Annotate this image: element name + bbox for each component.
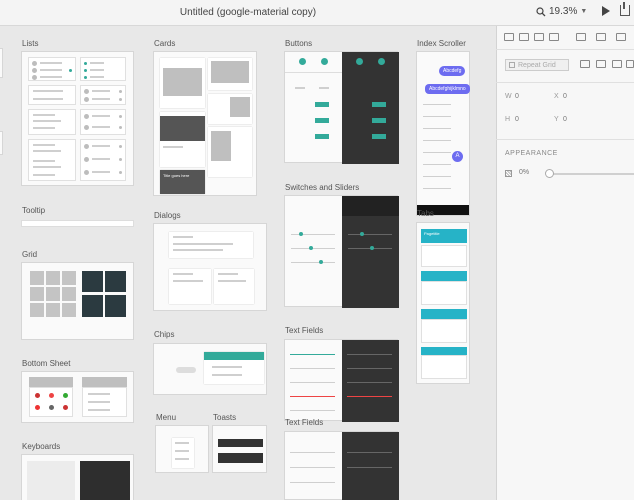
w-label: W — [505, 93, 512, 100]
artboard-tabs[interactable]: Pagetitle — [416, 222, 470, 384]
tabs-title: Pagetitle — [424, 231, 440, 236]
artboard-text-fields-1[interactable] — [284, 339, 399, 422]
list-item — [80, 109, 126, 135]
appearance-heading: APPEARANCE — [505, 150, 558, 157]
design-canvas[interactable]: Lists Tooltip Grid Bottom Sheet Keyboard… — [0, 26, 496, 500]
boolean-intersect-icon[interactable] — [612, 60, 622, 68]
list-item — [80, 139, 126, 181]
artboard-toasts[interactable] — [212, 425, 267, 473]
list-item — [28, 57, 76, 81]
align-top-icon[interactable] — [616, 33, 626, 41]
align-bottom-icon[interactable] — [549, 33, 559, 41]
opacity-value[interactable]: 0% — [519, 169, 529, 176]
divider — [496, 82, 634, 83]
title-bar: Untitled (google-material copy) 19.3% ▼ — [0, 0, 634, 26]
boolean-exclude-icon[interactable] — [626, 60, 634, 68]
boolean-subtract-icon[interactable] — [596, 60, 606, 68]
grid-icon — [509, 62, 515, 68]
y-label: Y — [554, 116, 559, 123]
artboard-dialogs[interactable] — [153, 223, 267, 311]
artboard-label-dialogs[interactable]: Dialogs — [154, 211, 181, 220]
card-caption: Title goes here — [163, 173, 190, 178]
artboard-cards[interactable]: Title goes here — [153, 51, 257, 196]
opacity-slider-track[interactable] — [548, 173, 634, 175]
chat-bubble: Abcdefg — [439, 66, 466, 76]
list-item — [28, 139, 76, 181]
artboard-label-tabs[interactable]: Tabs — [417, 209, 434, 218]
list-item — [80, 85, 126, 105]
artboard-label-tooltip[interactable]: Tooltip — [22, 206, 45, 215]
avatar: A — [452, 151, 463, 162]
width-field[interactable]: 0 — [515, 93, 519, 100]
artboard-keyboards[interactable] — [21, 454, 134, 500]
artboard-label-lists[interactable]: Lists — [22, 39, 38, 48]
artboard-label-toasts[interactable]: Toasts — [213, 413, 236, 422]
artboard-label-index-scroller[interactable]: Index Scroller — [417, 39, 466, 48]
align-left-icon[interactable] — [504, 33, 514, 41]
artboard-partial[interactable] — [0, 48, 3, 78]
document-title[interactable]: Untitled (google-material copy) — [0, 7, 496, 18]
artboard-grid[interactable] — [21, 262, 134, 340]
distribute-h-icon[interactable] — [576, 33, 586, 41]
artboard-label-switches-sliders[interactable]: Switches and Sliders — [285, 183, 359, 192]
artboard-label-keyboards[interactable]: Keyboards — [22, 442, 60, 451]
artboard-label-menu[interactable]: Menu — [156, 413, 176, 422]
list-item — [28, 85, 76, 105]
artboard-label-text-fields-1[interactable]: Text Fields — [285, 326, 323, 335]
artboard-menu[interactable] — [155, 425, 209, 473]
list-item — [28, 109, 76, 135]
artboard-bottom-sheet[interactable] — [21, 371, 134, 423]
artboard-chips[interactable] — [153, 343, 267, 395]
artboard-label-grid[interactable]: Grid — [22, 250, 37, 259]
chat-bubble: Abcdefghijklmno — [425, 84, 470, 94]
artboard-label-buttons[interactable]: Buttons — [285, 39, 312, 48]
align-right-icon[interactable] — [534, 33, 544, 41]
y-field[interactable]: 0 — [563, 116, 567, 123]
height-field[interactable]: 0 — [515, 116, 519, 123]
opacity-icon — [505, 170, 512, 177]
artboard-switches-sliders[interactable] — [284, 195, 399, 308]
repeat-grid-label: Repeat Grid — [518, 61, 556, 69]
h-label: H — [505, 116, 511, 123]
artboard-label-bottom-sheet[interactable]: Bottom Sheet — [22, 359, 70, 368]
share-icon[interactable] — [620, 2, 630, 16]
boolean-add-icon[interactable] — [580, 60, 590, 68]
artboard-lists[interactable] — [21, 51, 134, 186]
chevron-down-icon: ▼ — [580, 8, 588, 15]
zoom-level: 19.3% — [549, 6, 578, 17]
artboard-buttons[interactable] — [284, 51, 399, 164]
artboard-label-cards[interactable]: Cards — [154, 39, 175, 48]
artboard-label-chips[interactable]: Chips — [154, 330, 174, 339]
artboard-index-scroller[interactable]: Abcdefg Abcdefghijklmno A — [416, 51, 470, 216]
play-icon[interactable] — [602, 6, 610, 16]
artboard-label-text-fields-2[interactable]: Text Fields — [285, 418, 323, 427]
artboard-partial[interactable] — [0, 131, 3, 155]
artboard-tooltip[interactable] — [21, 220, 134, 227]
zoom-control[interactable]: 19.3% ▼ — [536, 6, 587, 17]
search-icon — [536, 6, 546, 16]
list-item — [80, 57, 126, 81]
x-field[interactable]: 0 — [563, 93, 567, 100]
artboard-text-fields-2[interactable] — [284, 431, 399, 500]
divider — [496, 49, 634, 50]
tabs-header: Pagetitle — [421, 229, 467, 243]
opacity-slider-handle[interactable] — [545, 169, 554, 178]
x-label: X — [554, 93, 559, 100]
divider — [496, 139, 634, 140]
align-center-icon[interactable] — [519, 33, 529, 41]
card-dark: Title goes here — [160, 170, 205, 194]
repeat-grid-button[interactable]: Repeat Grid — [505, 59, 569, 71]
distribute-v-icon[interactable] — [596, 33, 606, 41]
